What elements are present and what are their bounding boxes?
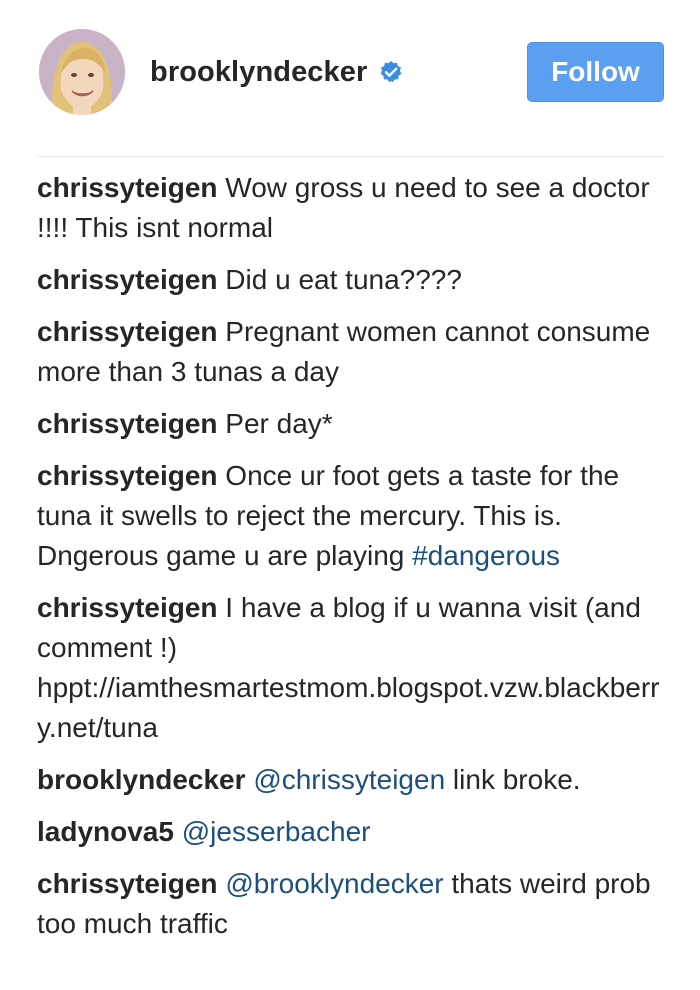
comment-username[interactable]: chrissyteigen	[37, 592, 218, 623]
comment-username[interactable]: chrissyteigen	[37, 172, 218, 203]
mention-link[interactable]: @chrissyteigen	[253, 764, 445, 795]
comment-text: Did u eat tuna????	[217, 264, 462, 295]
comment-item: chrissyteigen Pregnant women cannot cons…	[37, 312, 667, 392]
verified-badge-icon	[379, 60, 403, 84]
comment-username[interactable]: ladynova5	[37, 816, 174, 847]
header-divider	[37, 156, 664, 157]
username-row: brooklyndecker	[150, 52, 403, 92]
avatar-illustration	[39, 29, 125, 115]
comment-username[interactable]: chrissyteigen	[37, 460, 218, 491]
comment-item: brooklyndecker @chrissyteigen link broke…	[37, 760, 667, 800]
comment-username[interactable]: chrissyteigen	[37, 408, 218, 439]
comments-list: chrissyteigen Wow gross u need to see a …	[37, 168, 667, 956]
comment-text: link broke.	[445, 764, 581, 795]
comment-username[interactable]: chrissyteigen	[37, 264, 218, 295]
follow-button[interactable]: Follow	[527, 42, 664, 102]
comment-item: chrissyteigen @brooklyndecker thats weir…	[37, 864, 667, 944]
post-username[interactable]: brooklyndecker	[150, 56, 367, 89]
mention-link[interactable]: @brooklyndecker	[225, 868, 443, 899]
comment-item: chrissyteigen Did u eat tuna????	[37, 260, 667, 300]
post-header: brooklyndecker Follow	[0, 0, 700, 156]
comment-text: Per day*	[217, 408, 333, 439]
comment-item: chrissyteigen Once ur foot gets a taste …	[37, 456, 667, 576]
comment-item: chrissyteigen I have a blog if u wanna v…	[37, 588, 667, 748]
comment-item: chrissyteigen Per day*	[37, 404, 667, 444]
comment-username[interactable]: chrissyteigen	[37, 868, 218, 899]
avatar[interactable]	[39, 29, 125, 115]
hashtag-link[interactable]: #dangerous	[412, 540, 560, 571]
comment-text	[174, 816, 182, 847]
comment-username[interactable]: brooklyndecker	[37, 764, 246, 795]
comment-username[interactable]: chrissyteigen	[37, 316, 218, 347]
mention-link[interactable]: @jesserbacher	[182, 816, 371, 847]
comment-item: ladynova5 @jesserbacher	[37, 812, 667, 852]
comment-item: chrissyteigen Wow gross u need to see a …	[37, 168, 667, 248]
